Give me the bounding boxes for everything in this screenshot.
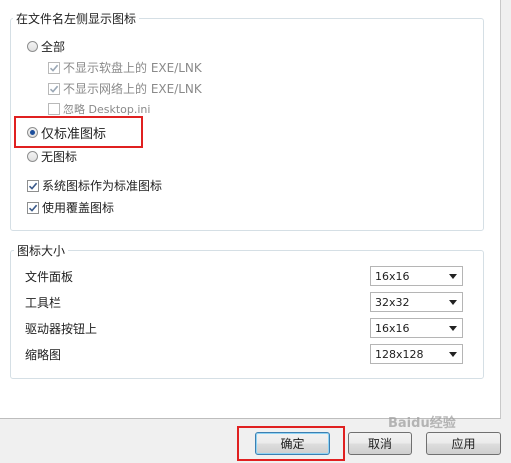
apply-button[interactable]: 应用 xyxy=(426,432,501,455)
icon-size-label-drive-button: 驱动器按钮上 xyxy=(25,322,98,336)
checkbox-ignore-desktop-ini[interactable]: 忽略 Desktop.ini xyxy=(48,101,150,117)
chevron-down-icon xyxy=(449,300,457,305)
chevron-down-icon xyxy=(449,352,457,357)
checkmark-icon xyxy=(28,204,38,212)
icon-size-label-thumbnail: 缩略图 xyxy=(25,348,62,362)
icon-size-value-thumbnail: 128x128 xyxy=(375,348,424,361)
radio-no-icons[interactable]: 无图标 xyxy=(27,148,77,165)
checkbox-hide-floppy-box[interactable] xyxy=(48,61,60,74)
icon-size-value-file-panel: 16x16 xyxy=(375,270,410,283)
icon-size-select-file-panel[interactable]: 16x16 xyxy=(370,266,463,286)
radio-all-indicator[interactable] xyxy=(27,41,38,52)
icon-size-value-toolbar: 32x32 xyxy=(375,296,410,309)
radio-all-label: 全部 xyxy=(41,40,66,54)
radio-no-icons-indicator[interactable] xyxy=(27,151,38,162)
options-panel: 在文件名左侧显示图标 全部 不显示软盘上的 EXE/LNK 不显示网络上的 EX… xyxy=(0,0,501,419)
checkbox-use-overlay-label: 使用覆盖图标 xyxy=(42,201,115,215)
checkmark-icon xyxy=(49,85,59,93)
panel-edge xyxy=(501,0,511,418)
checkbox-use-overlay[interactable]: 使用覆盖图标 xyxy=(27,199,114,216)
icon-size-select-drive-button[interactable]: 16x16 xyxy=(370,318,463,338)
checkbox-hide-network[interactable]: 不显示网络上的 EXE/LNK xyxy=(48,80,202,97)
checkbox-hide-floppy[interactable]: 不显示软盘上的 EXE/LNK xyxy=(48,59,202,76)
chevron-down-icon xyxy=(449,326,457,331)
icon-size-value-drive-button: 16x16 xyxy=(375,322,410,335)
checkbox-system-as-standard-box[interactable] xyxy=(27,179,39,192)
icon-size-group-title: 图标大小 xyxy=(14,242,69,259)
ok-button-highlight xyxy=(237,426,345,461)
checkbox-hide-floppy-label: 不显示软盘上的 EXE/LNK xyxy=(63,61,202,75)
icon-size-label-file-panel: 文件面板 xyxy=(25,270,74,284)
radio-no-icons-label: 无图标 xyxy=(41,150,78,164)
checkbox-system-as-standard-label: 系统图标作为标准图标 xyxy=(42,179,163,193)
checkbox-ignore-desktop-ini-label: 忽略 Desktop.ini xyxy=(63,103,151,116)
checkmark-icon xyxy=(28,182,38,190)
checkbox-hide-network-label: 不显示网络上的 EXE/LNK xyxy=(63,82,202,96)
checkbox-system-as-standard[interactable]: 系统图标作为标准图标 xyxy=(27,177,162,194)
standard-only-highlight xyxy=(14,116,143,148)
chevron-down-icon xyxy=(449,274,457,279)
cancel-button[interactable]: 取消 xyxy=(348,432,412,455)
icon-size-label-toolbar: 工具栏 xyxy=(25,296,62,310)
radio-all[interactable]: 全部 xyxy=(27,38,65,55)
watermark: Baidu经验 xyxy=(388,416,456,431)
checkbox-use-overlay-box[interactable] xyxy=(27,201,39,214)
filename-icon-group-title: 在文件名左侧显示图标 xyxy=(13,10,140,27)
checkbox-hide-network-box[interactable] xyxy=(48,82,60,95)
icon-size-select-thumbnail[interactable]: 128x128 xyxy=(370,344,463,364)
checkmark-icon xyxy=(49,64,59,72)
icon-size-select-toolbar[interactable]: 32x32 xyxy=(370,292,463,312)
checkbox-ignore-desktop-ini-box[interactable] xyxy=(48,103,60,115)
